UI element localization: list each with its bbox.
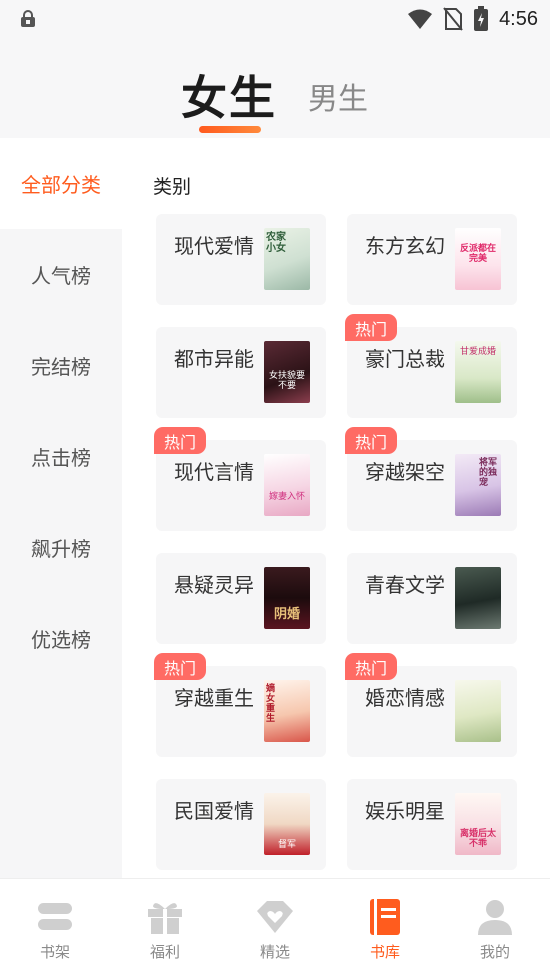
library-icon	[370, 899, 400, 935]
category-card[interactable]: 都市异能 女扶貌要不要	[156, 327, 326, 418]
hot-badge: 热门	[345, 314, 397, 341]
hot-badge: 热门	[154, 653, 206, 680]
tab-female[interactable]: 女生	[181, 62, 277, 128]
category-name: 民国爱情	[174, 799, 254, 823]
profile-icon	[478, 900, 512, 935]
sidebar-item-popular[interactable]: 人气榜	[0, 229, 122, 320]
nav-label: 精选	[259, 943, 290, 961]
category-card[interactable]: 热门 豪门总裁 甘爱成婚	[345, 314, 517, 418]
book-cover: 反派都在完美	[455, 228, 501, 290]
category-name: 青春文学	[365, 573, 445, 597]
book-cover: 甘爱成婚	[455, 341, 501, 403]
wifi-icon	[408, 9, 433, 29]
nav-welfare[interactable]: 福利	[110, 879, 220, 977]
category-card[interactable]: 热门 穿越架空 将军的独宠	[345, 427, 517, 531]
book-cover: 将军的独宠	[455, 454, 501, 516]
sidebar-item-rising[interactable]: 飙升榜	[0, 502, 122, 593]
book-cover: 阴婚	[264, 567, 310, 629]
nav-bookshelf[interactable]: 书架	[0, 879, 110, 977]
category-card[interactable]: 热门 穿越重生 嫡女重生	[154, 653, 326, 757]
nav-label: 书库	[369, 943, 400, 961]
bookshelf-icon	[38, 903, 72, 930]
sidebar-item-clicks[interactable]: 点击榜	[0, 411, 122, 502]
nav-featured[interactable]: 精选	[220, 879, 330, 977]
book-cover: 嫁妻入怀	[264, 454, 310, 516]
book-cover	[455, 680, 501, 742]
book-cover: 离婚后太不乖	[455, 793, 501, 855]
ranking-sidebar: 全部分类 人气榜 完结榜 点击榜 飙升榜 优选榜	[0, 138, 122, 878]
book-cover: 农家小女	[264, 228, 310, 290]
category-name: 悬疑灵异	[174, 573, 254, 597]
category-name: 现代爱情	[174, 234, 254, 258]
nav-label: 福利	[149, 943, 180, 961]
gift-icon	[148, 903, 182, 934]
sidebar-item-selected[interactable]: 优选榜	[0, 593, 122, 684]
category-name: 娱乐明星	[365, 799, 445, 823]
tab-male[interactable]: 男生	[308, 74, 368, 118]
no-sim-icon	[443, 7, 463, 31]
category-name: 穿越重生	[174, 686, 254, 710]
book-cover: 女扶貌要不要	[264, 341, 310, 403]
category-panel: 类别 现代爱情 农家小女 东方玄幻 反派都在完美 都市异能 女扶貌要不要 热门 …	[122, 138, 550, 878]
section-title: 类别	[153, 176, 192, 198]
nav-label: 我的	[479, 943, 510, 961]
nav-label: 书架	[39, 943, 70, 961]
book-cover: 嫡女重生	[264, 680, 310, 742]
category-name: 东方玄幻	[365, 234, 445, 258]
category-card[interactable]: 娱乐明星 离婚后太不乖	[347, 779, 517, 870]
category-name: 婚恋情感	[365, 686, 445, 710]
category-card[interactable]: 热门 现代言情 嫁妻入怀	[154, 427, 326, 531]
active-tab-indicator	[199, 126, 261, 133]
bottom-navigation: 书架 福利 精选 书库 我的	[0, 878, 550, 977]
book-cover: 督军	[264, 793, 310, 855]
gender-tab-bar: 女生 男生	[0, 38, 550, 138]
category-name: 现代言情	[174, 460, 254, 484]
category-card[interactable]: 热门 婚恋情感	[345, 653, 517, 757]
nav-library[interactable]: 书库	[330, 879, 440, 977]
category-card[interactable]: 现代爱情 农家小女	[156, 214, 326, 305]
battery-charging-icon	[474, 6, 489, 31]
category-name: 豪门总裁	[365, 347, 445, 371]
category-name: 穿越架空	[365, 460, 445, 484]
status-bar: 4:56	[0, 0, 550, 38]
category-card[interactable]: 东方玄幻 反派都在完美	[347, 214, 517, 305]
category-card[interactable]: 民国爱情 督军	[156, 779, 326, 870]
sidebar-item-completed[interactable]: 完结榜	[0, 320, 122, 411]
category-card[interactable]: 青春文学	[347, 553, 517, 644]
hot-badge: 热门	[345, 427, 397, 454]
hot-badge: 热门	[154, 427, 206, 454]
category-name: 都市异能	[174, 347, 254, 371]
sidebar-item-all-categories[interactable]: 全部分类	[0, 138, 122, 229]
nav-profile[interactable]: 我的	[440, 879, 550, 977]
diamond-heart-icon	[257, 901, 293, 933]
hot-badge: 热门	[345, 653, 397, 680]
category-card[interactable]: 悬疑灵异 阴婚	[156, 553, 326, 644]
lock-notification-icon	[21, 10, 35, 27]
clock: 4:56	[499, 7, 538, 30]
book-cover	[455, 567, 501, 629]
